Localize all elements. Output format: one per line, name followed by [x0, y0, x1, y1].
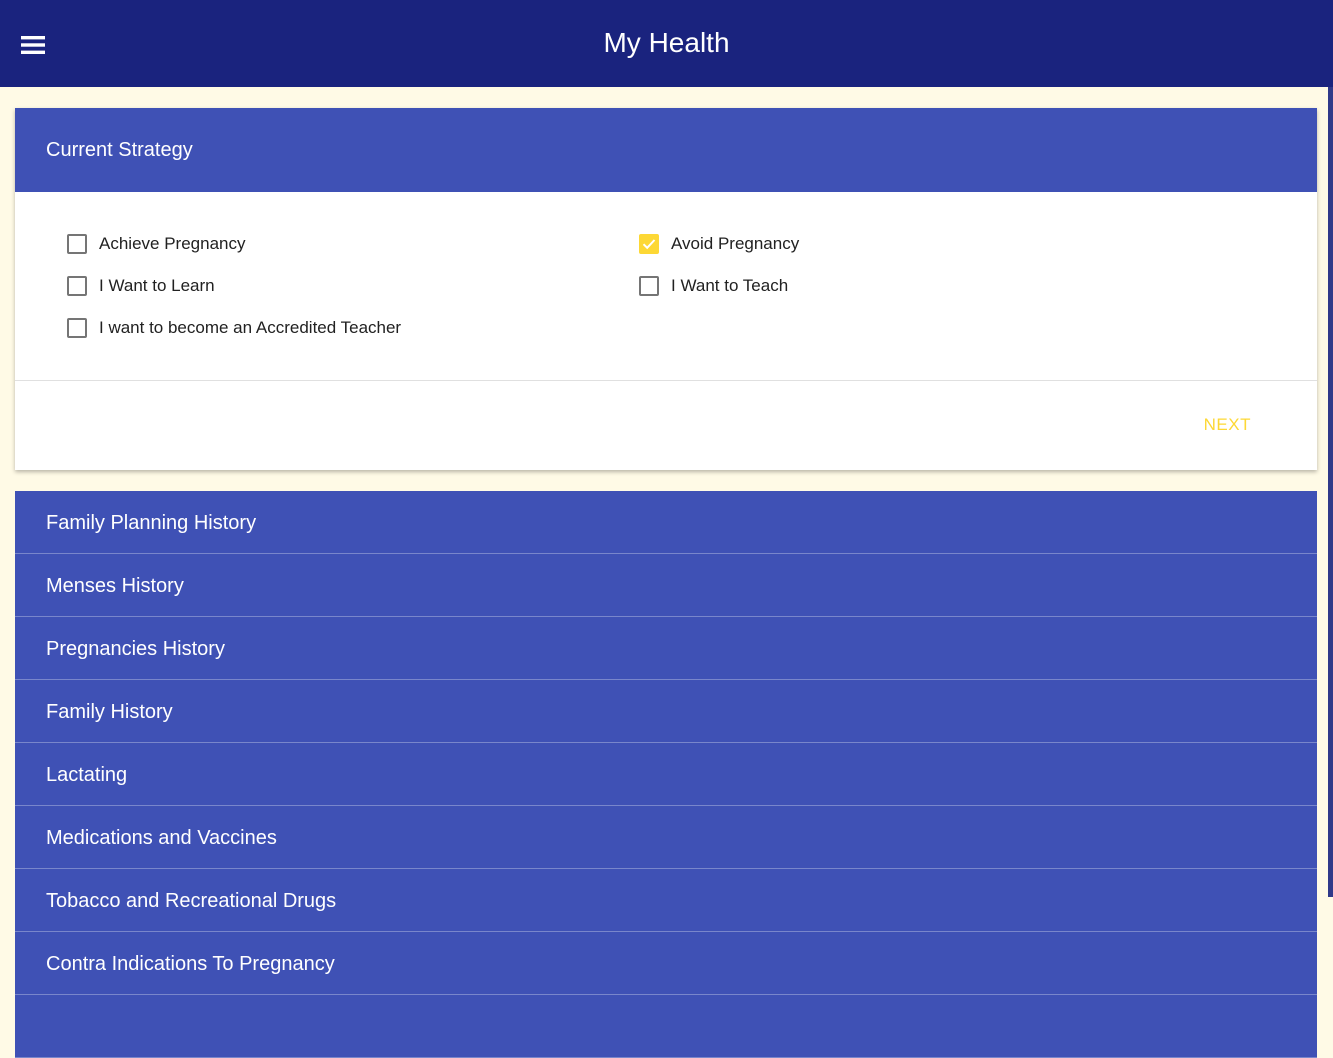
section-medications-and-vaccines[interactable]: Medications and Vaccines	[15, 806, 1317, 869]
section-menses-history[interactable]: Menses History	[15, 554, 1317, 617]
section-tobacco-and-recreational-drugs[interactable]: Tobacco and Recreational Drugs	[15, 869, 1317, 932]
section-contra-indications-to-pregnancy[interactable]: Contra Indications To Pregnancy	[15, 932, 1317, 995]
section-pregnancies-history[interactable]: Pregnancies History	[15, 617, 1317, 680]
checkbox-unchecked-icon[interactable]	[639, 276, 659, 296]
history-sections: Family Planning History Menses History P…	[15, 491, 1317, 1058]
option-label: I Want to Teach	[671, 276, 789, 295]
scrollbar[interactable]	[1328, 87, 1333, 897]
checkbox-checked-icon[interactable]	[639, 234, 659, 254]
strategy-options: Achieve Pregnancy Avoid Pregnancy I Want…	[15, 192, 1317, 381]
next-button[interactable]: NEXT	[1204, 415, 1251, 435]
checkbox-unchecked-icon[interactable]	[67, 318, 87, 338]
current-strategy-card: Current Strategy Achieve Pregnancy Avoid…	[15, 108, 1317, 470]
option-label: Avoid Pregnancy	[671, 234, 800, 253]
section-partially-visible[interactable]	[15, 995, 1317, 1058]
checkbox-unchecked-icon[interactable]	[67, 276, 87, 296]
section-lactating[interactable]: Lactating	[15, 743, 1317, 806]
option-achieve-pregnancy[interactable]: Achieve Pregnancy	[67, 230, 245, 258]
option-label: I Want to Learn	[99, 276, 215, 295]
option-avoid-pregnancy[interactable]: Avoid Pregnancy	[639, 230, 799, 258]
section-family-history[interactable]: Family History	[15, 680, 1317, 743]
option-want-to-learn[interactable]: I Want to Learn	[67, 272, 215, 300]
section-family-planning-history[interactable]: Family Planning History	[15, 491, 1317, 554]
option-label: I want to become an Accredited Teacher	[99, 318, 402, 337]
app-bar: My Health	[0, 0, 1333, 87]
option-accredited-teacher[interactable]: I want to become an Accredited Teacher	[67, 314, 401, 342]
card-actions: NEXT	[15, 381, 1317, 470]
option-label: Achieve Pregnancy	[99, 234, 246, 253]
checkmark-icon	[642, 239, 656, 250]
checkbox-unchecked-icon[interactable]	[67, 234, 87, 254]
page-title: My Health	[603, 27, 730, 58]
card-title: Current Strategy	[15, 108, 1317, 192]
option-want-to-teach[interactable]: I Want to Teach	[639, 272, 788, 300]
